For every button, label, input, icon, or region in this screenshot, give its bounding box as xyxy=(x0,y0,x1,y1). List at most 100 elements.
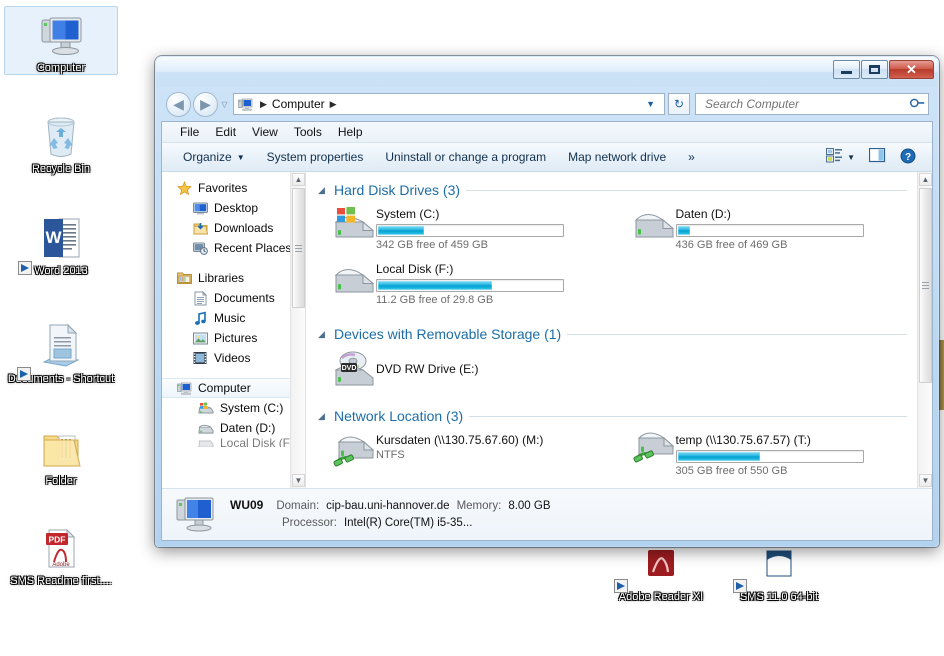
menu-tools[interactable]: Tools xyxy=(286,123,330,141)
forward-button[interactable]: ▶ xyxy=(193,91,218,117)
system-properties-button[interactable]: System properties xyxy=(256,146,375,168)
back-button[interactable]: ◀ xyxy=(166,91,191,117)
nav-scroll-thumb[interactable] xyxy=(292,188,305,308)
sidebar-item-downloads[interactable]: Downloads xyxy=(162,218,305,238)
drive-tile-kursdaten-m[interactable]: Kursdaten (\\130.75.67.60) (M:) NTFS xyxy=(318,428,618,483)
sidebar-item-desktop[interactable]: Desktop xyxy=(162,198,305,218)
search-box[interactable] xyxy=(695,93,929,115)
group-header-removable-storage[interactable]: ◢ Devices with Removable Storage (1) xyxy=(318,326,917,342)
collapse-triangle-icon[interactable]: ◢ xyxy=(318,329,328,340)
desktop-icon-sms-readme[interactable]: PDF Adobe SMS Readme first.... xyxy=(4,520,118,587)
toolbar-overflow-button[interactable]: » xyxy=(677,146,706,168)
address-dropdown-caret-icon[interactable]: ▼ xyxy=(639,99,662,109)
drive-tile-temp-t[interactable]: temp (\\130.75.67.57) (T:) 305 GB free o… xyxy=(618,428,918,483)
sidebar-group-libraries[interactable]: Libraries xyxy=(162,268,305,288)
group-header-network-location[interactable]: ◢ Network Location (3) xyxy=(318,408,917,424)
sidebar-item-local-disk-f[interactable]: Local Disk (F:) xyxy=(162,438,305,447)
svg-text:?: ? xyxy=(905,152,911,163)
drive-tile-local-disk-f[interactable]: Local Disk (F:) 11.2 GB free of 29.8 GB xyxy=(318,257,618,312)
change-view-button[interactable]: ▼ xyxy=(820,145,861,169)
capacity-bar-fill xyxy=(378,226,424,235)
drive-icon xyxy=(632,206,676,240)
capacity-bar xyxy=(675,450,864,463)
search-input[interactable] xyxy=(703,96,911,112)
drive-name: Local Disk (F:) xyxy=(376,262,454,276)
drive-icon xyxy=(332,261,376,295)
close-button[interactable]: ✕ xyxy=(889,60,934,79)
collapse-triangle-icon[interactable]: ◢ xyxy=(318,185,328,196)
star-icon xyxy=(174,180,194,196)
drive-tiles-hard-disks: System (C:) 342 GB free of 459 GB Daten … xyxy=(318,202,917,312)
sidebar-item-documents[interactable]: Documents xyxy=(162,288,305,308)
recent-pages-caret-icon[interactable]: ▽ xyxy=(218,100,231,109)
desktop-icon-folder[interactable]: Folder xyxy=(4,420,118,487)
breadcrumb-separator[interactable]: ▶ xyxy=(325,99,342,110)
sidebar-item-label: Music xyxy=(214,311,246,325)
group-title: Hard Disk Drives (3) xyxy=(334,182,461,198)
group-header-hard-disk-drives[interactable]: ◢ Hard Disk Drives (3) xyxy=(318,182,917,198)
content-scrollbar[interactable]: ▲ ▼ xyxy=(917,172,932,488)
group-title: Devices with Removable Storage (1) xyxy=(334,326,562,342)
menu-edit[interactable]: Edit xyxy=(207,123,244,141)
menu-file[interactable]: File xyxy=(172,123,207,141)
sidebar-item-system-c[interactable]: System (C:) xyxy=(162,398,305,418)
capacity-bar-fill xyxy=(677,226,691,235)
sidebar-item-videos[interactable]: Videos xyxy=(162,348,305,368)
menu-help[interactable]: Help xyxy=(330,123,371,141)
organize-button[interactable]: Organize ▼ xyxy=(172,146,256,168)
nav-scroll-down-button[interactable]: ▼ xyxy=(292,474,305,487)
drive-tile-daten-d[interactable]: Daten (D:) 436 GB free of 469 GB xyxy=(618,202,918,257)
command-toolbar[interactable]: Organize ▼ System properties Uninstall o… xyxy=(162,143,932,172)
content-scroll-up-button[interactable]: ▲ xyxy=(919,173,932,186)
toolbar-right-group[interactable]: ▼ ? xyxy=(820,145,926,170)
content-scroll-down-button[interactable]: ▼ xyxy=(919,474,932,487)
address-bar[interactable]: ▶ Computer ▶ ▼ xyxy=(233,93,665,115)
sidebar-item-label: Downloads xyxy=(214,221,274,235)
drive-info: System (C:) 342 GB free of 459 GB xyxy=(376,206,564,253)
desktop-icon-word-2013[interactable]: W Word 2013 xyxy=(4,210,118,277)
window-client-area: File Edit View Tools Help Organize ▼ Sys… xyxy=(161,121,933,541)
breadcrumb-separator[interactable]: ▶ xyxy=(255,99,272,110)
content-pane[interactable]: ◢ Hard Disk Drives (3) System (C:) 342 G… xyxy=(306,172,932,488)
sidebar-item-computer[interactable]: Computer xyxy=(162,378,305,398)
address-bar-row[interactable]: ◀ ▶ ▽ ▶ Computer ▶ ▼ ↻ xyxy=(156,87,938,121)
map-network-drive-button[interactable]: Map network drive xyxy=(557,146,677,168)
desktop-icon-recycle-bin[interactable]: Recycle Bin xyxy=(4,108,118,175)
collapse-triangle-icon[interactable]: ◢ xyxy=(318,411,328,422)
nav-scrollbar[interactable]: ▲ ▼ xyxy=(290,172,305,488)
drive-icon xyxy=(196,438,216,447)
nav-scroll-up-button[interactable]: ▲ xyxy=(292,173,305,186)
documents-icon xyxy=(190,290,210,306)
menu-bar[interactable]: File Edit View Tools Help xyxy=(162,122,932,143)
window-controls[interactable]: ✕ xyxy=(833,60,934,79)
help-button[interactable]: ? xyxy=(894,145,922,170)
details-text: WU09 Domain: cip-bau.uni-hannover.de Mem… xyxy=(230,497,551,532)
sidebar-item-pictures[interactable]: Pictures xyxy=(162,328,305,348)
sidebar-item-daten-d[interactable]: Daten (D:) xyxy=(162,418,305,438)
desktop-icon-documents-shortcut[interactable]: Documents - Shortcut xyxy=(4,318,118,385)
desktop-icon-computer[interactable]: Computer xyxy=(4,6,118,75)
minimize-button[interactable] xyxy=(833,60,860,79)
navigation-pane[interactable]: Favorites Desktop Downloads Recent Place… xyxy=(162,172,306,488)
drive-tile-dvd-rw-e[interactable]: DVD DVD RW Drive (E:) xyxy=(318,346,618,392)
uninstall-or-change-program-button[interactable]: Uninstall or change a program xyxy=(374,146,557,168)
menu-view[interactable]: View xyxy=(244,123,286,141)
content-scroll-thumb[interactable] xyxy=(919,188,932,383)
maximize-button[interactable] xyxy=(861,60,888,79)
network-drive-icon xyxy=(332,432,376,470)
sidebar-item-label: Recent Places xyxy=(214,241,292,255)
sidebar-item-music[interactable]: Music xyxy=(162,308,305,328)
machine-name: WU09 xyxy=(230,498,264,512)
explorer-window[interactable]: ✕ ◀ ▶ ▽ ▶ Computer ▶ ▼ ↻ Search Computer… xyxy=(155,56,939,547)
drive-tile-system-c[interactable]: System (C:) 342 GB free of 459 GB xyxy=(318,202,618,257)
group-title: Network Location (3) xyxy=(334,408,464,424)
sidebar-group-favorites[interactable]: Favorites xyxy=(162,178,305,198)
preview-pane-button[interactable] xyxy=(863,145,892,169)
window-titlebar[interactable]: ✕ xyxy=(156,57,938,87)
drive-tiles-network: Kursdaten (\\130.75.67.60) (M:) NTFS tem… xyxy=(318,428,917,483)
refresh-button[interactable]: ↻ xyxy=(668,93,690,115)
breadcrumb-computer[interactable]: Computer xyxy=(272,97,325,111)
sidebar-item-recent-places[interactable]: Recent Places xyxy=(162,238,305,258)
preview-pane-icon xyxy=(868,147,886,166)
